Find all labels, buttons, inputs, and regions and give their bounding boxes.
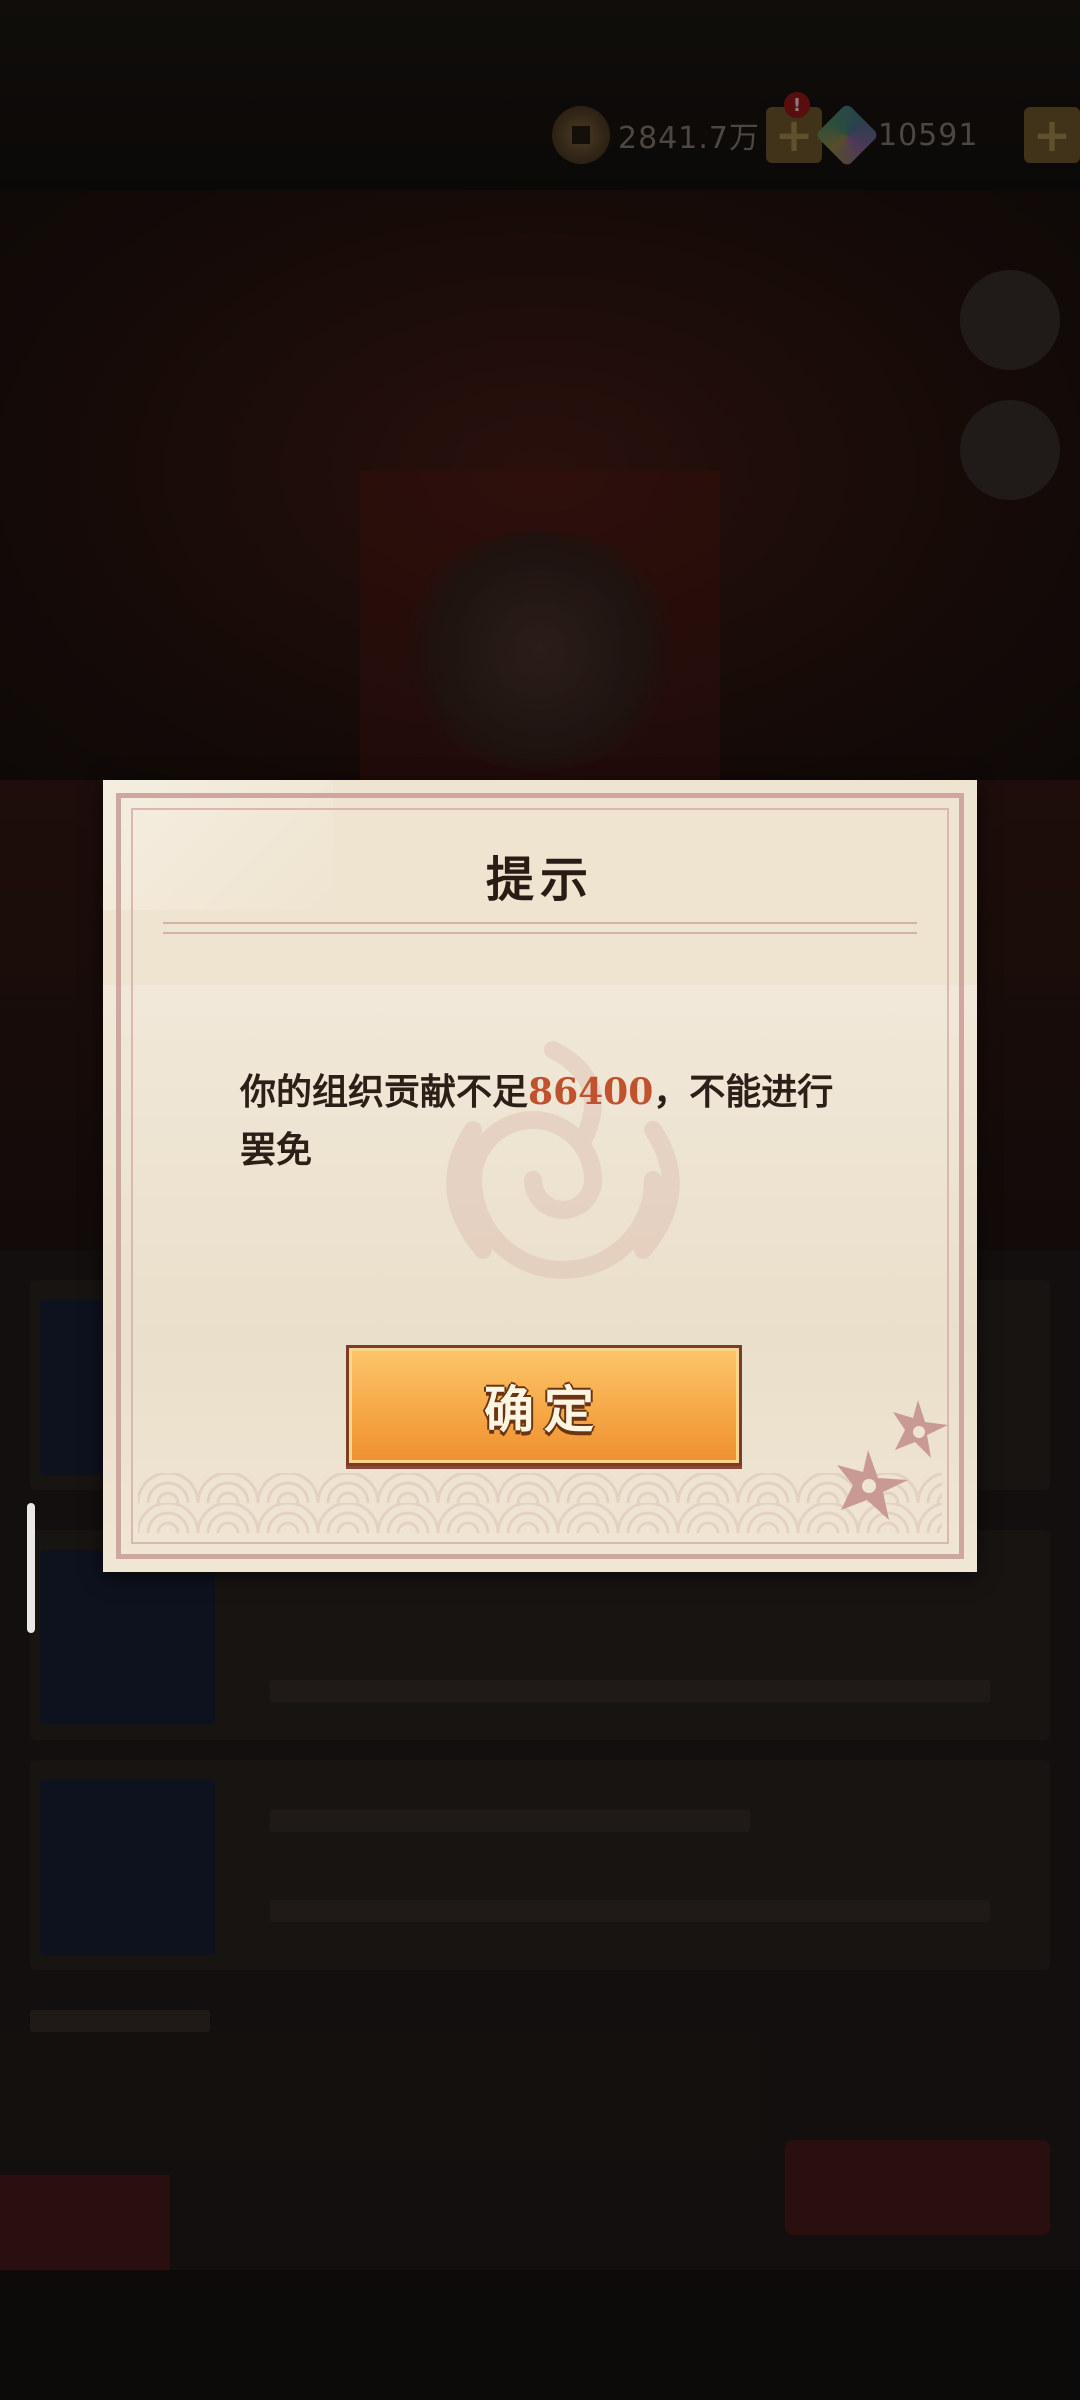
message-text: 你的组织贡献不足 xyxy=(240,1071,529,1113)
confirm-button-label: 确定 xyxy=(484,1379,604,1439)
alert-dialog: 提示 你的组织贡献不足86400，不能进行罢免 确定 xyxy=(103,780,977,1572)
shuriken-icon xyxy=(837,1400,948,1520)
confirm-button[interactable]: 确定 xyxy=(346,1345,742,1466)
required-contribution-value: 86400 xyxy=(528,1071,654,1113)
dialog-message: 你的组织贡献不足86400，不能进行罢免 xyxy=(240,1063,860,1179)
scroll-indicator xyxy=(27,1503,35,1633)
wave-pattern xyxy=(138,1473,942,1533)
dialog-title: 提示 xyxy=(485,852,594,908)
title-divider xyxy=(163,922,917,934)
